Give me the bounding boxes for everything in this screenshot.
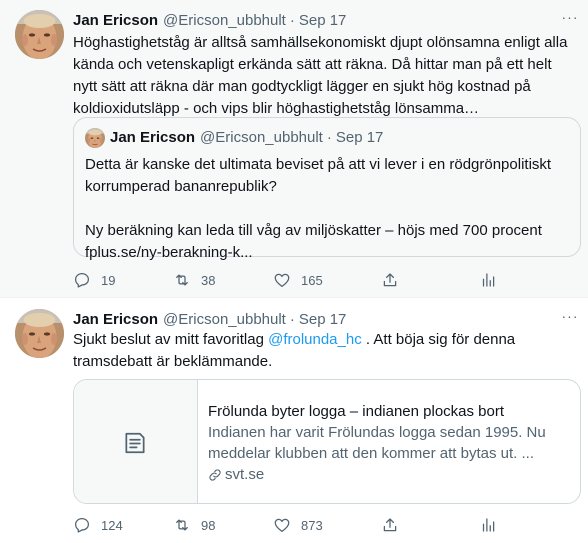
like-button[interactable]: 873: [273, 515, 323, 535]
tweet[interactable]: Jan Ericson @Ericson_ubbhult · Sep 17 ··…: [0, 0, 588, 297]
tweet-text: Sjukt beslut av mitt favoritlag @frolund…: [73, 329, 573, 373]
tweet-actions: 124 98 873: [73, 515, 513, 535]
retweet-icon: [173, 271, 191, 289]
quoted-text-line: Detta är kanske det ultimata beviset på …: [85, 156, 552, 195]
reply-button[interactable]: 124: [73, 515, 123, 535]
retweet-button[interactable]: 98: [173, 515, 215, 535]
link-card[interactable]: Frölunda byter logga – indianen plockas …: [73, 379, 581, 504]
avatar-photo: [15, 10, 64, 59]
tweet-text: Höghastighetståg är alltså samhällsekono…: [73, 34, 568, 117]
tweet-header: Jan Ericson @Ericson_ubbhult · Sep 17: [73, 309, 346, 329]
more-icon[interactable]: ···: [560, 309, 580, 329]
avatar[interactable]: [15, 309, 64, 358]
avatar: [85, 128, 105, 148]
tweet-date[interactable]: Sep 17: [299, 12, 347, 29]
share-icon: [381, 516, 399, 534]
author-handle: @Ericson_ubbhult: [200, 129, 323, 146]
avatar-photo: [15, 309, 64, 358]
quoted-link: fplus.se/ny-berakning-k...: [85, 244, 253, 261]
separator-dot: ·: [326, 129, 332, 146]
card-domain-text: svt.se: [225, 466, 265, 483]
like-count: 873: [301, 517, 323, 533]
avatar[interactable]: [15, 10, 64, 59]
card-title: Frölunda byter logga – indianen plockas …: [208, 403, 505, 420]
share-icon: [381, 271, 399, 289]
author-name[interactable]: Jan Ericson: [73, 311, 158, 328]
like-button[interactable]: 165: [273, 270, 323, 290]
quoted-tweet-text: Detta är kanske det ultimata beviset på …: [85, 154, 575, 264]
analytics-button[interactable]: [479, 270, 497, 290]
analytics-button[interactable]: [479, 515, 497, 535]
article-icon: [125, 432, 145, 454]
card-description: Indianen har varit Frölundas logga sedan…: [208, 424, 546, 462]
reply-button[interactable]: 19: [73, 270, 115, 290]
tweet-text-start: Sjukt beslut av mitt favoritlag: [73, 331, 269, 348]
like-icon: [273, 516, 291, 534]
tweet-actions: 19 38 165: [73, 270, 513, 290]
avatar-photo: [85, 128, 105, 148]
tweet-date: Sep 17: [335, 129, 384, 146]
reply-icon: [73, 271, 91, 289]
author-handle[interactable]: @Ericson_ubbhult: [163, 311, 286, 328]
like-icon: [273, 271, 291, 289]
card-thumbnail: [74, 380, 198, 503]
like-count: 165: [301, 272, 323, 288]
card-info: Frölunda byter logga – indianen plockas …: [208, 401, 568, 485]
retweet-icon: [173, 516, 191, 534]
separator-dot: ·: [289, 310, 295, 328]
author-name[interactable]: Jan Ericson: [73, 12, 158, 29]
author-name: Jan Ericson: [110, 129, 196, 146]
author-handle[interactable]: @Ericson_ubbhult: [163, 12, 286, 29]
share-button[interactable]: [381, 270, 399, 290]
reply-count: 19: [101, 272, 116, 288]
tweet-header: Jan Ericson @Ericson_ubbhult · Sep 17: [73, 10, 346, 30]
reply-icon: [73, 516, 91, 534]
retweet-count: 98: [201, 517, 216, 533]
retweet-button[interactable]: 38: [173, 270, 215, 290]
analytics-icon: [479, 271, 497, 289]
tweet-date[interactable]: Sep 17: [299, 311, 347, 328]
quoted-tweet-header: Jan Ericson @Ericson_ubbhult · Sep 17: [110, 129, 383, 146]
quoted-text-line: Ny beräkning kan leda till våg av miljös…: [85, 222, 542, 239]
separator-dot: ·: [289, 11, 295, 29]
reply-count: 124: [101, 517, 123, 533]
retweet-count: 38: [201, 272, 216, 288]
quoted-tweet[interactable]: Jan Ericson @Ericson_ubbhult · Sep 17 De…: [73, 117, 581, 261]
share-button[interactable]: [381, 515, 399, 535]
mention-link[interactable]: @frolunda_hc: [268, 331, 362, 348]
analytics-icon: [479, 516, 497, 534]
link-icon: [209, 468, 221, 481]
more-icon[interactable]: ···: [560, 10, 580, 30]
card-domain: svt.se: [208, 464, 568, 485]
tweet[interactable]: Jan Ericson @Ericson_ubbhult · Sep 17 ··…: [0, 297, 588, 543]
